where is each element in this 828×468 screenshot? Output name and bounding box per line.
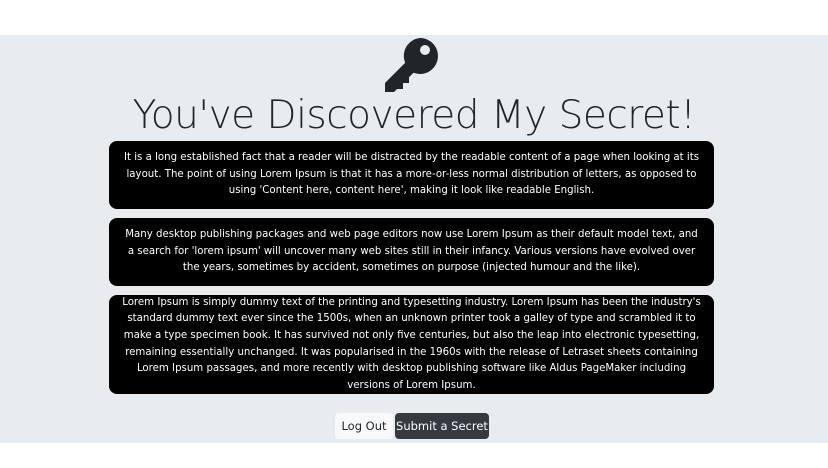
secret-text: It is a long established fact that a rea… [123, 152, 700, 197]
secret-text: Lorem Ipsum is simply dummy text of the … [122, 296, 701, 391]
secret-card: Lorem Ipsum is simply dummy text of the … [109, 295, 714, 394]
secret-card: It is a long established fact that a rea… [109, 141, 714, 209]
secret-card: Many desktop publishing packages and web… [109, 218, 714, 286]
bottom-bar [0, 443, 828, 468]
submit-secret-button[interactable]: Submit a Secret [395, 413, 489, 439]
secret-text: Many desktop publishing packages and web… [125, 229, 698, 274]
key-icon [382, 38, 440, 94]
page-title: You've Discovered My Secret! [132, 93, 696, 138]
top-bar [0, 0, 828, 35]
logout-button[interactable]: Log Out [335, 413, 393, 439]
